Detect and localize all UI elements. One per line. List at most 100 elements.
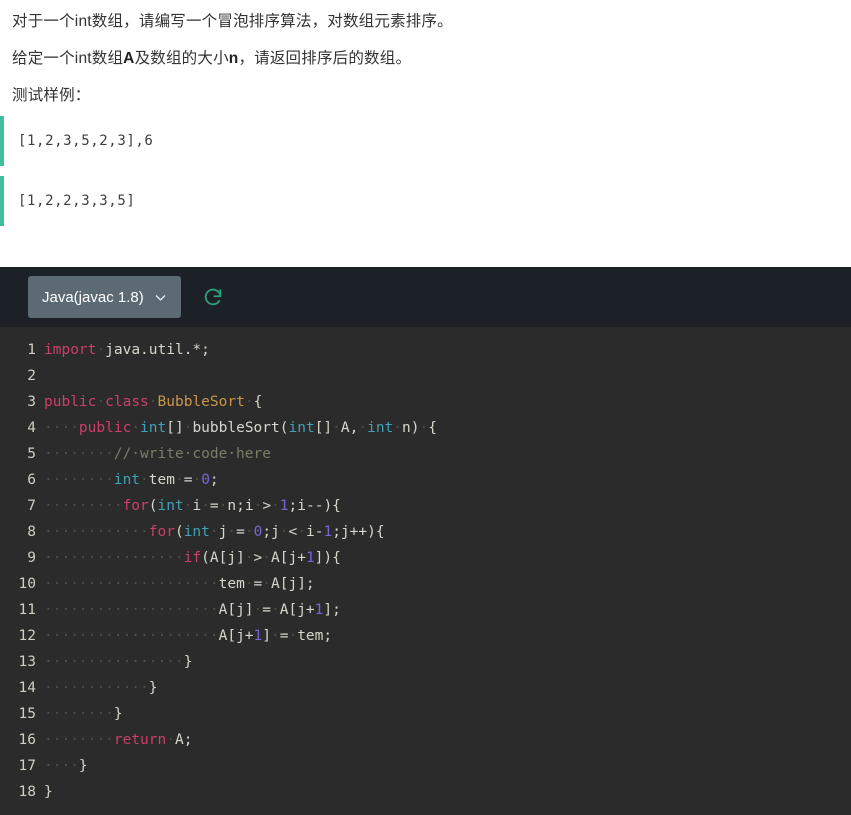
line-number: 15 bbox=[18, 706, 36, 722]
problem-line-2-part-a: 给定一个int数组 bbox=[12, 50, 124, 67]
code-token: ] bbox=[262, 628, 271, 644]
code-token: · bbox=[271, 602, 280, 618]
code-text-area[interactable]: 1 import·java.util.*; 2 3 public·class·Bubbl… bbox=[0, 327, 851, 815]
code-line-content: ········//·write·code·here bbox=[44, 441, 271, 467]
code-line: 12 ····················A[j+1]·=·tem; bbox=[0, 623, 851, 649]
code-line: 17 ····} bbox=[0, 753, 851, 779]
code-token: int bbox=[367, 420, 394, 436]
code-token: 1 bbox=[253, 628, 263, 644]
code-token: · bbox=[166, 732, 175, 748]
code-token: · bbox=[209, 524, 219, 540]
sample-input-block: [1,2,3,5,2,3],6 bbox=[0, 116, 851, 166]
code-token: } bbox=[113, 706, 123, 722]
code-line: 9 ················if(A[j]·>·A[j+1]){ bbox=[0, 545, 851, 571]
code-line: 14 ············} bbox=[0, 675, 851, 701]
param-n: n bbox=[228, 50, 239, 67]
code-token: class bbox=[105, 394, 149, 410]
code-line: 8 ············for(int·j·=·0;j·<·i-1;j++){ bbox=[0, 519, 851, 545]
code-line: 16 ········return·A; bbox=[0, 727, 851, 753]
param-A: A bbox=[123, 50, 135, 67]
refresh-icon[interactable] bbox=[199, 283, 227, 311]
code-token: (A[j] bbox=[201, 550, 245, 566]
code-token: A[j+ bbox=[279, 602, 315, 618]
code-editor: Java(javac 1.8) 1 import·java.util.*; 2 3 pu… bbox=[0, 267, 851, 815]
code-token: ]; bbox=[323, 602, 341, 618]
language-select[interactable]: Java(javac 1.8) bbox=[28, 276, 181, 318]
code-token: A[j+ bbox=[218, 628, 254, 644]
code-token: ········ bbox=[44, 446, 114, 462]
code-token: · bbox=[113, 498, 123, 514]
sample-blocks: [1,2,3,5,2,3],6 [1,2,2,3,3,5] bbox=[0, 116, 851, 226]
code-line-content: ········return·A; bbox=[44, 727, 192, 753]
code-token: · bbox=[393, 420, 403, 436]
line-number: 7 bbox=[27, 498, 36, 514]
line-number: 12 bbox=[18, 628, 36, 644]
code-token: ············ bbox=[44, 680, 149, 696]
code-token: ;i--){ bbox=[288, 498, 341, 514]
code-token: A; bbox=[174, 732, 193, 748]
code-token: { bbox=[428, 420, 437, 436]
code-token: [] bbox=[166, 420, 184, 436]
code-token: { bbox=[253, 394, 263, 410]
code-token: = bbox=[236, 524, 245, 540]
code-token: · bbox=[262, 550, 272, 566]
code-token: A[j+ bbox=[271, 550, 306, 566]
code-token: ···················· bbox=[44, 576, 219, 592]
code-line: 3 public·class·BubbleSort·{ bbox=[0, 389, 851, 415]
code-token: · bbox=[419, 420, 429, 436]
code-token: > bbox=[262, 498, 272, 514]
code-token: · bbox=[297, 524, 306, 540]
code-line-content: ············} bbox=[44, 675, 158, 701]
code-line: 2 bbox=[0, 363, 851, 389]
code-token: · bbox=[262, 576, 272, 592]
code-token: · bbox=[244, 576, 254, 592]
code-token: tem; bbox=[297, 628, 333, 644]
line-number: 5 bbox=[27, 446, 36, 462]
code-token: n) bbox=[402, 420, 420, 436]
code-line-content: ············for(int·j·=·0;j·<·i-1;j++){ bbox=[44, 519, 385, 545]
code-token: ]){ bbox=[314, 550, 341, 566]
code-token: i- bbox=[305, 524, 324, 540]
code-line: 11 ····················A[j]·=·A[j+1]; bbox=[0, 597, 851, 623]
sample-output-block: [1,2,2,3,3,5] bbox=[0, 176, 851, 226]
code-token: A, bbox=[340, 420, 359, 436]
code-token: import bbox=[44, 342, 97, 358]
sample-output-text: [1,2,2,3,3,5] bbox=[18, 193, 136, 209]
code-token: < bbox=[288, 524, 298, 540]
sample-input-text: [1,2,3,5,2,3],6 bbox=[18, 133, 154, 149]
code-token: return bbox=[113, 732, 167, 748]
code-line-content: ················if(A[j]·>·A[j+1]){ bbox=[44, 545, 341, 571]
code-token: ( bbox=[174, 524, 184, 540]
code-token: bubbleSort( bbox=[192, 420, 289, 436]
code-token: 1 bbox=[305, 550, 315, 566]
code-token: ········ bbox=[44, 472, 114, 488]
code-token: · bbox=[140, 472, 149, 488]
code-token: } bbox=[78, 758, 88, 774]
code-token: · bbox=[332, 420, 341, 436]
code-line: 1 import·java.util.*; bbox=[0, 337, 851, 363]
code-token: A[j] bbox=[218, 602, 254, 618]
code-line-content: ····················tem·=·A[j]; bbox=[44, 571, 315, 597]
code-line-content: import·java.util.*; bbox=[44, 337, 210, 363]
code-token: int bbox=[157, 498, 184, 514]
line-number: 1 bbox=[27, 342, 36, 358]
code-line-content: ·········for(int·i·=·n;i·>·1;i--){ bbox=[44, 493, 341, 519]
code-token: · bbox=[253, 602, 263, 618]
code-token: } bbox=[183, 654, 193, 670]
code-token: ( bbox=[148, 498, 158, 514]
code-token: } bbox=[148, 680, 158, 696]
code-token: A[j]; bbox=[271, 576, 315, 592]
code-line-content: ········int·tem·=·0; bbox=[44, 467, 219, 493]
code-line: 15 ········} bbox=[0, 701, 851, 727]
code-token: ········ bbox=[44, 732, 114, 748]
code-token: ················ bbox=[44, 654, 184, 670]
line-number: 17 bbox=[18, 758, 36, 774]
code-line: 18} bbox=[0, 779, 851, 805]
line-number: 3 bbox=[27, 394, 36, 410]
code-line-content: public·class·BubbleSort·{ bbox=[44, 389, 262, 415]
code-token: tem bbox=[148, 472, 175, 488]
code-line: 6 ········int·tem·=·0; bbox=[0, 467, 851, 493]
code-token: · bbox=[201, 498, 210, 514]
problem-line-1: 对于一个int数组，请编写一个冒泡排序算法，对数组元素排序。 bbox=[12, 8, 839, 36]
problem-statement: 对于一个int数组，请编写一个冒泡排序算法，对数组元素排序。 给定一个int数组… bbox=[0, 0, 851, 110]
